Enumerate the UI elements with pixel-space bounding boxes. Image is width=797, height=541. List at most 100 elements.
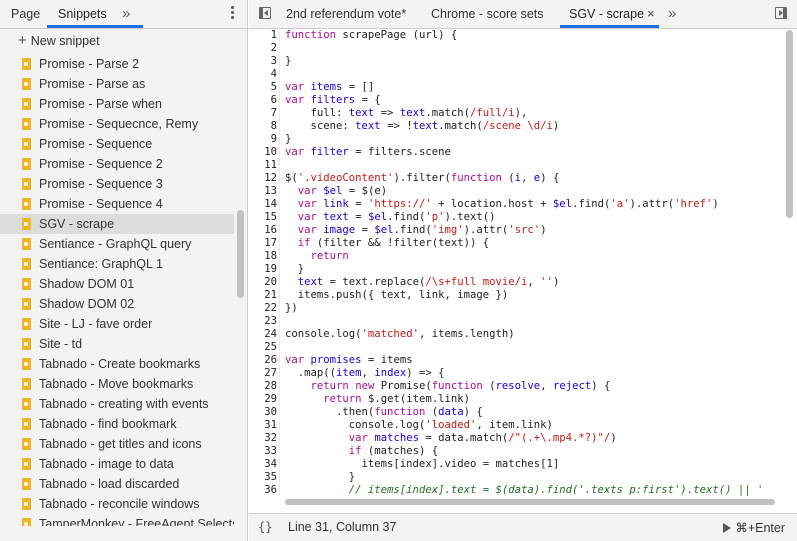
snippet-label: Shadow DOM 02 bbox=[39, 297, 135, 311]
snippet-file-icon bbox=[22, 258, 31, 270]
line-number: 24 bbox=[264, 328, 277, 340]
toggle-navigator-icon[interactable] bbox=[259, 7, 271, 19]
snippet-item[interactable]: Promise - Sequecnce, Remy bbox=[0, 114, 234, 134]
snippet-item[interactable]: Site - LJ - fave order bbox=[0, 314, 234, 334]
snippet-item[interactable]: Promise - Sequence 4 bbox=[0, 194, 234, 214]
line-number: 22 bbox=[264, 302, 277, 314]
run-snippet-button[interactable]: ⌘+Enter bbox=[723, 520, 785, 535]
snippet-item[interactable]: Tabnado - image to data bbox=[0, 454, 234, 474]
line-number: 26 bbox=[264, 354, 277, 366]
line-number: 27 bbox=[264, 367, 277, 379]
code-text: if (filter && !filter(text)) { bbox=[297, 237, 490, 249]
code-line: 3} bbox=[249, 55, 797, 68]
code-line: 34 items[index].video = matches[1] bbox=[249, 458, 797, 471]
snippet-item[interactable]: Promise - Parse as bbox=[0, 74, 234, 94]
code-line: 1 function scrapePage (url) { bbox=[249, 29, 797, 42]
code-line: 26 var promises = items bbox=[249, 354, 797, 367]
snippet-item[interactable]: Site - td bbox=[0, 334, 234, 354]
snippet-label: Shadow DOM 01 bbox=[39, 277, 135, 291]
snippet-file-icon bbox=[22, 518, 31, 526]
code-text: return $.get(item.link) bbox=[323, 393, 470, 405]
snippet-item[interactable]: Tabnado - get titles and icons bbox=[0, 434, 234, 454]
more-tabs-chevron-icon[interactable]: » bbox=[122, 0, 130, 27]
snippet-item[interactable]: Shadow DOM 02 bbox=[0, 294, 234, 314]
code-line: 25 bbox=[249, 341, 797, 354]
more-tabs-chevron-icon[interactable]: » bbox=[668, 0, 676, 28]
editor-horizontal-scrollbar[interactable] bbox=[285, 499, 775, 505]
code-line: 17 if (filter && !filter(text)) { bbox=[249, 237, 797, 250]
code-line: 11 bbox=[249, 159, 797, 172]
code-area[interactable]: 1 function scrapePage (url) {2 3} 4 5 var ite… bbox=[249, 29, 797, 497]
code-line: 20 text = text.replace(/\s+full movie/i,… bbox=[249, 276, 797, 289]
code-line: 10 var filter = filters.scene bbox=[249, 146, 797, 159]
line-number: 8 bbox=[270, 120, 277, 132]
snippet-file-icon bbox=[22, 458, 31, 470]
snippet-item[interactable]: Promise - Sequence 3 bbox=[0, 174, 234, 194]
code-line: 15 var text = $el.find('p').text() bbox=[249, 211, 797, 224]
line-number: 36 bbox=[264, 484, 277, 496]
code-line: 9} bbox=[249, 133, 797, 146]
line-number: 32 bbox=[264, 432, 277, 444]
pretty-print-braces-icon[interactable]: {} bbox=[258, 520, 272, 534]
snippet-item[interactable]: Tabnado - Move bookmarks bbox=[0, 374, 234, 394]
code-line: 27 .map((item, index) => { bbox=[249, 367, 797, 380]
new-snippet-button[interactable]: + New snippet bbox=[18, 33, 100, 49]
code-line: 32 var matches = data.match(/"(.+\.mp4.*… bbox=[249, 432, 797, 445]
line-number: 23 bbox=[264, 315, 277, 327]
code-text: var promises = items bbox=[285, 354, 413, 366]
line-number: 4 bbox=[270, 68, 277, 80]
status-bar: {} Line 31, Column 37 ⌘+Enter bbox=[249, 513, 797, 541]
code-line: 31 console.log('loaded', item.link) bbox=[249, 419, 797, 432]
snippet-item[interactable]: Promise - Sequence bbox=[0, 134, 234, 154]
snippet-item[interactable]: Promise - Parse 2 bbox=[0, 54, 234, 74]
active-tab-indicator bbox=[560, 25, 659, 28]
snippet-file-icon bbox=[22, 338, 31, 350]
snippet-item[interactable]: SGV - scrape bbox=[0, 214, 234, 234]
toggle-debugger-icon[interactable] bbox=[775, 7, 787, 19]
snippet-item[interactable]: Promise - Parse when bbox=[0, 94, 234, 114]
line-number: 1 bbox=[270, 29, 277, 41]
code-line: 7 full: text => text.match(/full/i), bbox=[249, 107, 797, 120]
editor-tab-sgv-scrape[interactable]: SGV - scrape bbox=[569, 0, 644, 28]
snippet-file-icon bbox=[22, 158, 31, 170]
line-number: 16 bbox=[264, 224, 277, 236]
code-text: } bbox=[285, 471, 356, 483]
tab-snippets[interactable]: Snippets bbox=[58, 0, 107, 27]
code-line: 12 $('.videoContent').filter(function (i,… bbox=[249, 172, 797, 185]
snippet-file-icon bbox=[22, 58, 31, 70]
line-number: 14 bbox=[264, 198, 277, 210]
snippet-label: Tabnado - find bookmark bbox=[39, 417, 177, 431]
line-number: 12 bbox=[264, 172, 277, 184]
code-text: var text = $el.find('p').text() bbox=[297, 211, 496, 223]
snippet-item[interactable]: TamperMonkey - FreeAgent Selects bbox=[0, 514, 234, 526]
close-tab-icon[interactable]: × bbox=[647, 0, 655, 27]
snippet-item[interactable]: Tabnado - find bookmark bbox=[0, 414, 234, 434]
editor-tab-2nd-referendum-vote[interactable]: 2nd referendum vote* bbox=[286, 0, 406, 28]
line-number: 15 bbox=[264, 211, 277, 223]
snippet-item[interactable]: Promise - Sequence 2 bbox=[0, 154, 234, 174]
code-text: scene: text => !text.match(/scene \d/i) bbox=[285, 120, 560, 132]
line-number: 5 bbox=[270, 81, 277, 93]
snippet-item[interactable]: Tabnado - load discarded bbox=[0, 474, 234, 494]
snippet-item[interactable]: Tabnado - Create bookmarks bbox=[0, 354, 234, 374]
code-text: } bbox=[285, 55, 292, 67]
snippet-item[interactable]: Tabnado - reconcile windows bbox=[0, 494, 234, 514]
navigator-scrollbar[interactable] bbox=[237, 210, 244, 298]
snippet-label: Site - td bbox=[39, 337, 83, 351]
snippet-item[interactable]: Sentiance - GraphQL query bbox=[0, 234, 234, 254]
tab-page[interactable]: Page bbox=[11, 0, 40, 27]
snippet-item[interactable]: Shadow DOM 01 bbox=[0, 274, 234, 294]
code-text: } bbox=[285, 263, 305, 275]
line-number: 21 bbox=[264, 289, 277, 301]
editor-vertical-scrollbar[interactable] bbox=[786, 30, 793, 218]
line-number: 18 bbox=[264, 250, 277, 262]
snippet-item[interactable]: Tabnado - creating with events bbox=[0, 394, 234, 414]
more-options-kebab-icon[interactable] bbox=[228, 6, 236, 22]
line-number: 6 bbox=[270, 94, 277, 106]
snippet-item[interactable]: Sentiance: GraphQL 1 bbox=[0, 254, 234, 274]
code-line: 30 .then(function (data) { bbox=[249, 406, 797, 419]
editor-tab-chrome-score-sets[interactable]: Chrome - score sets bbox=[431, 0, 544, 28]
code-text: .then(function (data) { bbox=[285, 406, 483, 418]
code-line: 18 return bbox=[249, 250, 797, 263]
snippet-list: Promise - Parse 2 Promise - Parse as Promi… bbox=[0, 54, 234, 526]
